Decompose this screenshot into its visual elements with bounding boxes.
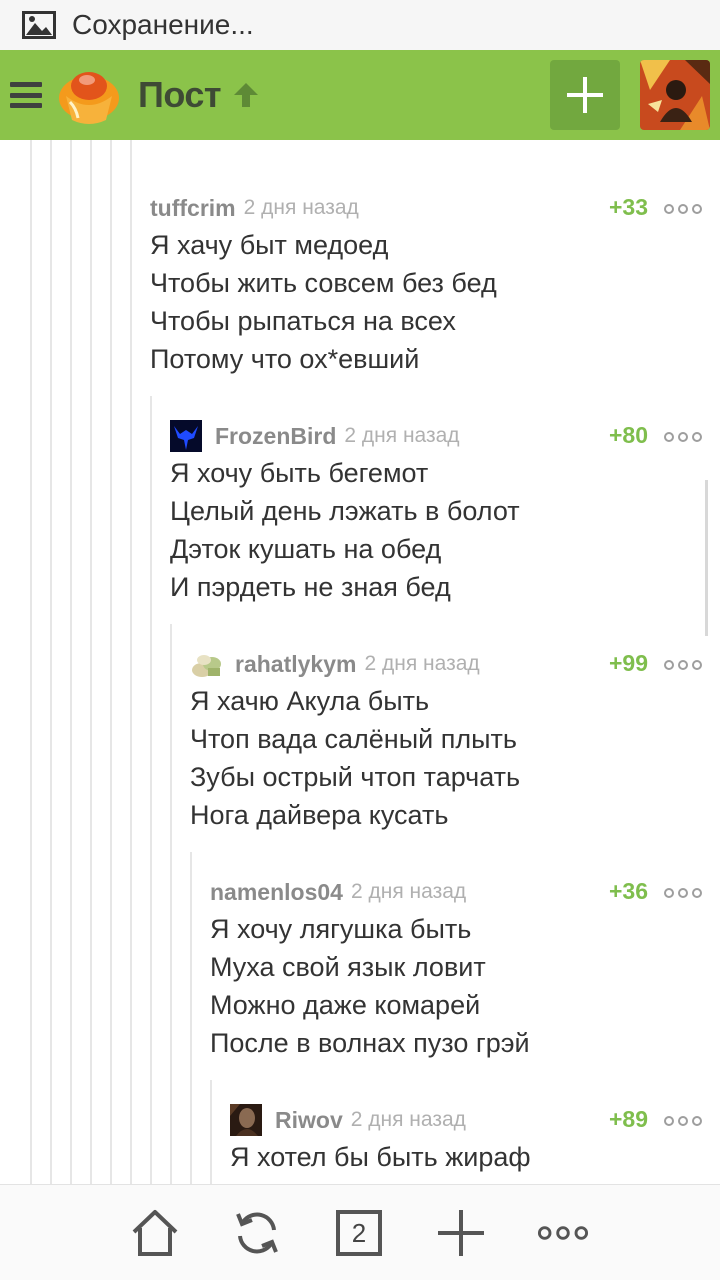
comment-time: 2 дня назад — [344, 424, 460, 447]
comment-line: Я хачу быт медоед — [150, 230, 389, 260]
cupcake-logo[interactable] — [56, 62, 122, 128]
thread-line — [170, 624, 172, 1184]
user-avatar[interactable] — [640, 60, 710, 130]
comment-header: tuffcrim 2 дня назад +33 — [150, 190, 720, 226]
comment-header: namenlos04 2 дня назад +36 — [210, 874, 720, 910]
image-icon — [22, 11, 56, 39]
more-button[interactable] — [537, 1207, 589, 1259]
status-text: Сохранение... — [72, 9, 254, 40]
commenter-avatar[interactable] — [190, 648, 222, 680]
status-bar: Сохранение... — [0, 0, 720, 50]
thread-line — [130, 140, 132, 1184]
comment: Riwov 2 дня назад +89 Я хотел бы быть жи… — [230, 1102, 720, 1184]
comment-text: Я хачу быт медоед Чтобы жить совсем без … — [150, 226, 720, 378]
page-title: Пост — [138, 74, 222, 115]
comment-header: Riwov 2 дня назад +89 — [230, 1102, 720, 1138]
comment-rating: +36 — [608, 878, 648, 904]
more-icon — [537, 1226, 589, 1240]
comment-username[interactable]: tuffcrim — [150, 195, 236, 222]
comment-rating: +80 — [608, 422, 648, 448]
comment-line: И пэрдеть не зная бед — [170, 572, 451, 602]
menu-icon[interactable] — [10, 82, 42, 108]
scrollbar-thumb[interactable] — [705, 480, 708, 636]
comment-username[interactable]: Riwov — [275, 1107, 343, 1134]
thread-line — [210, 1080, 212, 1184]
thread-line — [30, 140, 32, 1184]
comment: FrozenBird 2 дня назад +80 Я хочу быть б… — [170, 418, 720, 606]
more-icon[interactable] — [664, 888, 702, 898]
comment-rating: +33 — [608, 194, 648, 220]
comment-line: Дэток кушать на обед — [170, 534, 442, 564]
thread-line — [70, 140, 72, 1184]
comment-line: Нога дайвера кусать — [190, 800, 449, 830]
add-post-button[interactable] — [550, 60, 620, 130]
commenter-avatar[interactable] — [170, 420, 202, 452]
thread-line — [90, 140, 92, 1184]
comment-username[interactable]: rahatlykym — [235, 651, 356, 678]
more-icon[interactable] — [664, 432, 702, 442]
tabs-count: 2 — [351, 1217, 367, 1248]
bottom-nav-bar: 2 — [0, 1184, 720, 1280]
more-icon[interactable] — [664, 660, 702, 670]
comment-line: Я хотел бы быть жираф — [230, 1142, 531, 1172]
comment-text: Я хотел бы быть жираф Чтобы — [230, 1138, 720, 1184]
comment-username[interactable]: namenlos04 — [210, 879, 343, 906]
thread-line — [150, 396, 152, 1184]
comment: tuffcrim 2 дня назад +33 Я хачу быт медо… — [150, 190, 720, 378]
comment-line: Я хочу лягушка быть — [210, 914, 472, 944]
refresh-button[interactable] — [231, 1207, 283, 1259]
comment-line: Я хочу быть бегемот — [170, 458, 429, 488]
tabs-button[interactable]: 2 — [333, 1207, 385, 1259]
comment-line: Я хачю Акула быть — [190, 686, 430, 716]
comment-time: 2 дня назад — [350, 1108, 466, 1131]
home-icon — [132, 1210, 178, 1256]
app-header: Пост — [0, 50, 720, 140]
refresh-icon — [236, 1212, 278, 1254]
comment-header: FrozenBird 2 дня назад +80 — [170, 418, 720, 454]
more-icon[interactable] — [664, 204, 702, 214]
comment-time: 2 дня назад — [350, 880, 467, 903]
more-icon[interactable] — [664, 1116, 702, 1126]
comment-header: rahatlykym 2 дня назад +99 — [190, 646, 720, 682]
new-tab-icon — [438, 1210, 484, 1256]
comment-line: Потому что ох*евший — [150, 344, 420, 374]
thread-line — [110, 140, 112, 1184]
comment-line: Чтобы — [230, 1176, 720, 1184]
arrow-up-icon[interactable] — [231, 80, 261, 110]
comment-time: 2 дня назад — [364, 652, 480, 675]
comment-line: Зубы острый чтоп тарчать — [190, 762, 521, 792]
plus-icon — [567, 77, 603, 113]
comments-area[interactable]: tuffcrim 2 дня назад +33 Я хачу быт медо… — [0, 140, 720, 1184]
comment: rahatlykym 2 дня назад +99 Я хачю Акула … — [190, 646, 720, 834]
comment-line: Целый день лэжать в болот — [170, 496, 520, 526]
comment-line: Можно даже комарей — [210, 990, 481, 1020]
comment-rating: +99 — [608, 650, 648, 676]
comment-rating: +89 — [608, 1106, 648, 1132]
comment-line: После в волнах пузо грэй — [210, 1028, 530, 1058]
comment-text: Я хочу быть бегемот Целый день лэжать в … — [170, 454, 720, 606]
comment-line: Чтобы рыпаться на всех — [150, 306, 456, 336]
comment-line: Муха свой язык ловит — [210, 952, 486, 982]
comment-time: 2 дня назад — [243, 196, 359, 219]
comment-username[interactable]: FrozenBird — [215, 423, 336, 450]
commenter-avatar[interactable] — [230, 1104, 262, 1136]
new-tab-button[interactable] — [435, 1207, 487, 1259]
comment-text: Я хачю Акула быть Чтоп вада салёный плыт… — [190, 682, 720, 834]
comment-text: Я хочу лягушка быть Муха свой язык ловит… — [210, 910, 720, 1062]
home-button[interactable] — [129, 1207, 181, 1259]
thread-line — [50, 140, 52, 1184]
comment-line: Чтоп вада салёный плыть — [190, 724, 517, 754]
thread-line — [190, 852, 192, 1184]
comment: namenlos04 2 дня назад +36 Я хочу лягушк… — [210, 874, 720, 1062]
comment-line: Чтобы жить совсем без бед — [150, 268, 497, 298]
